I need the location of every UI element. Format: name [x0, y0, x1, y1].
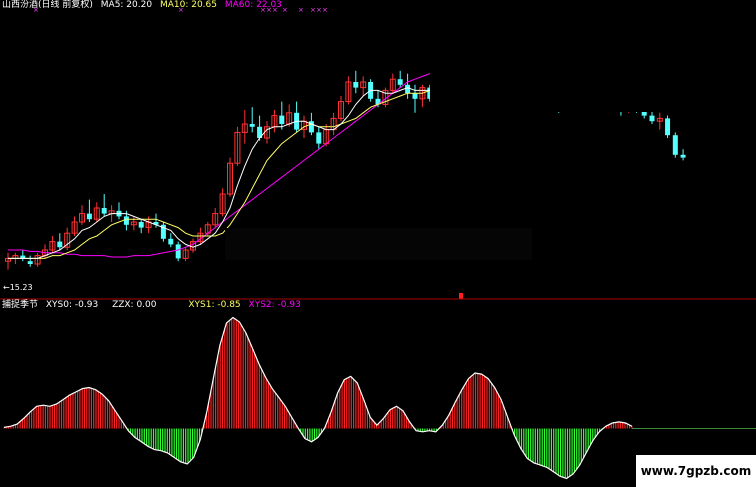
price-legend: 山西汾酒(日线 前复权) MA5: 20.20 MA10: 20.65 MA60…	[2, 0, 287, 11]
signal-marker: ×	[310, 6, 316, 14]
candle-body	[412, 93, 418, 99]
candle-body	[101, 208, 107, 214]
candle-body	[86, 213, 92, 220]
zzx-label: ZZX: 0.00	[112, 300, 157, 310]
ma10-label: MA10: 20.65	[159, 0, 217, 10]
candle-body	[680, 154, 686, 158]
candle-body	[672, 135, 678, 155]
candle-body	[316, 132, 322, 144]
candle-body	[123, 216, 129, 225]
candle-body	[249, 124, 255, 127]
candle-body	[649, 115, 655, 122]
ma60-label: MA60: 22.03	[224, 0, 282, 10]
candle-body	[405, 84, 411, 94]
xys1-label: XYS1: -0.85	[188, 300, 241, 310]
indicator-legend: 捕捉季节 XYS0: -0.93 ZZX: 0.00 XYS1: -0.85 X…	[2, 300, 306, 311]
signal-marker: ×	[322, 6, 328, 14]
low-price-marker: ←15.23	[3, 283, 33, 292]
candle-body	[397, 79, 403, 85]
candle-body	[279, 115, 285, 124]
candle-body	[57, 241, 63, 248]
indicator-name: 捕捉季节	[2, 300, 39, 310]
stock-title: 山西汾酒(日线 前复权)	[2, 0, 93, 10]
candle-body	[175, 244, 181, 259]
occluding-black-box	[430, 0, 756, 112]
xys0-label: XYS0: -0.93	[45, 300, 99, 310]
ma5-label: MA5: 20.20	[100, 0, 153, 10]
candle-body	[665, 118, 671, 136]
candle-body	[353, 82, 359, 88]
volume-tick	[459, 293, 463, 299]
xys2-label: XYS2: -0.93	[248, 300, 301, 310]
candle-body	[138, 222, 144, 228]
signal-marker: ×	[316, 6, 322, 14]
candle-body	[168, 238, 174, 245]
signal-marker: ×	[298, 6, 304, 14]
watermark: www.7gpzb.com	[636, 455, 756, 487]
candle-body	[27, 261, 33, 264]
occluding-black-box	[225, 228, 532, 260]
